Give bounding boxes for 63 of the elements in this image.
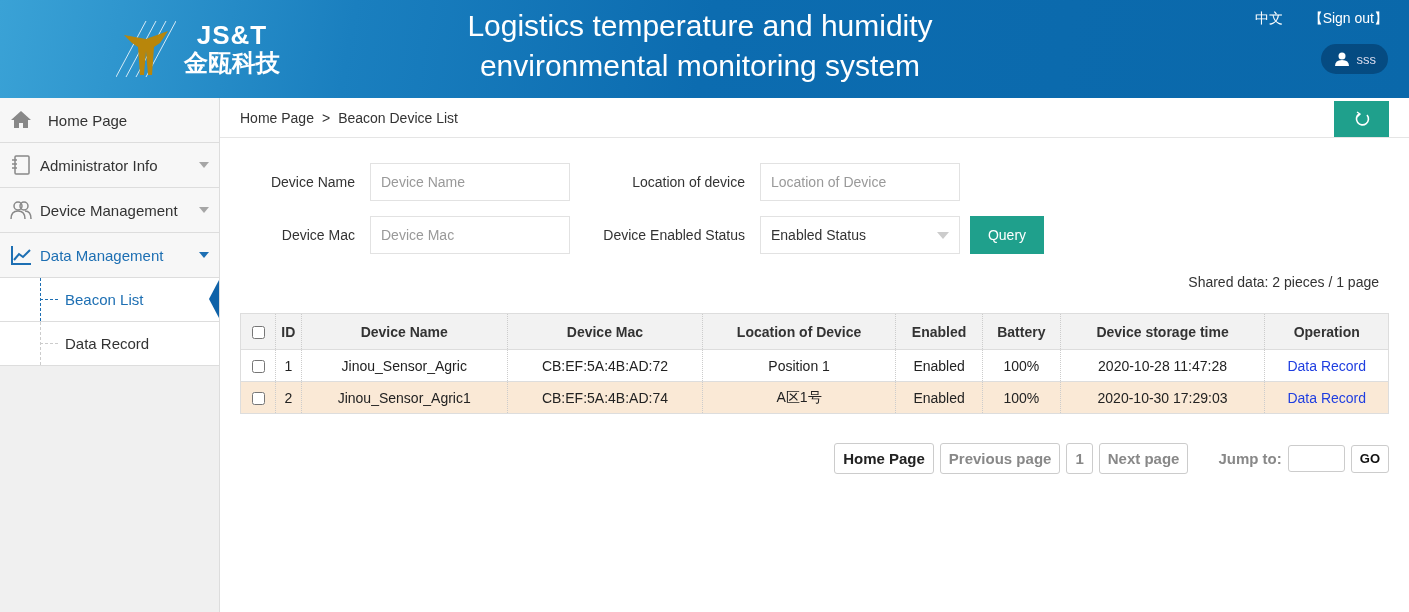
field-label: Device Enabled Status — [602, 227, 746, 243]
trophy-logo-icon — [116, 21, 176, 77]
table-cell: Enabled — [895, 381, 983, 414]
line-chart-icon — [10, 244, 32, 266]
table-cell: CB:EF:5A:4B:AD:74 — [507, 381, 703, 414]
row-checkbox[interactable] — [251, 392, 265, 406]
column-header: Operation — [1264, 313, 1389, 350]
table-cell: Jinou_Sensor_Agric1 — [301, 381, 508, 414]
user-name: sss — [1356, 51, 1376, 67]
table-cell: Position 1 — [702, 349, 896, 382]
go-button[interactable]: GO — [1350, 444, 1389, 473]
input-field[interactable]: Location of Device — [760, 163, 960, 201]
sidebar-item[interactable]: Device Management — [0, 188, 219, 233]
jump-label: Jump to: — [1218, 450, 1282, 467]
users-icon — [10, 199, 32, 221]
breadcrumb-item: Beacon Device List — [338, 109, 458, 126]
summary-text: Shared data: 2 pieces / 1 page — [1187, 274, 1379, 290]
page-number-field[interactable] — [1287, 445, 1345, 472]
page-button[interactable]: Home Page — [834, 443, 934, 474]
breadcrumb-separator: > — [321, 109, 331, 126]
row-checkbox[interactable] — [251, 360, 265, 374]
input-field[interactable]: Device Mac — [370, 216, 570, 254]
logo-text: 金瓯科技 — [184, 49, 280, 77]
column-header: Device Name — [301, 313, 508, 350]
sign-out-link[interactable]: 【Sign out】 — [1308, 10, 1388, 28]
field-label: Device Mac — [280, 227, 356, 243]
table-cell: 2020-10-30 17:29:03 — [1060, 381, 1265, 414]
column-header: Device Mac — [507, 313, 703, 350]
select-all-checkbox[interactable] — [251, 326, 265, 340]
user-icon — [1334, 52, 1349, 66]
column-header: Location of Device — [702, 313, 896, 350]
refresh-button[interactable] — [1334, 101, 1389, 137]
user-badge[interactable]: sss — [1320, 44, 1388, 74]
table-cell: A区1号 — [702, 381, 896, 414]
field-label: Device Name — [269, 174, 356, 190]
refresh-icon — [1353, 111, 1370, 127]
column-header: Battery — [982, 313, 1061, 350]
table-cell: 1 — [275, 349, 302, 382]
field-label: Location of device — [631, 174, 746, 190]
data-record-link[interactable]: Data Record — [1287, 357, 1366, 374]
sidebar-item[interactable]: Administrator Info — [0, 143, 219, 188]
column-header: ID — [275, 313, 302, 350]
logo-text: JS&T — [196, 21, 268, 49]
submenu-item[interactable]: Data Record — [65, 335, 150, 352]
submenu-item[interactable]: Beacon List — [65, 291, 144, 308]
table-cell: CB:EF:5A:4B:AD:72 — [507, 349, 703, 382]
language-link[interactable]: 中文 — [1254, 10, 1283, 28]
input-field[interactable]: Device Name — [370, 163, 570, 201]
active-pointer-icon — [209, 280, 219, 318]
column-header: Device storage time — [1060, 313, 1265, 350]
table-cell: 2020-10-28 11:47:28 — [1060, 349, 1265, 382]
page-title: Logistics temperature and humidity environmental monitoring system — [466, 8, 934, 84]
table-cell: 100% — [982, 349, 1061, 382]
status-dropdown[interactable]: Enabled Status — [760, 216, 960, 254]
breadcrumb-item[interactable]: Home Page — [240, 109, 314, 126]
home-icon — [10, 109, 32, 131]
table-cell: Enabled — [895, 349, 983, 382]
table-cell: Jinou_Sensor_Agric — [301, 349, 508, 382]
caret-icon — [937, 231, 949, 239]
notebook-icon — [10, 154, 32, 176]
column-header: Enabled — [895, 313, 983, 350]
table-cell: 100% — [982, 381, 1061, 414]
sidebar-item[interactable]: Home Page — [0, 98, 219, 143]
